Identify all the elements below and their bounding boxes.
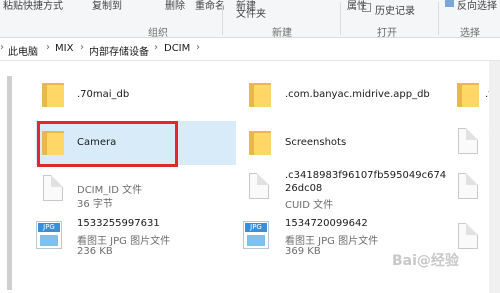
- file-size: 36 字节: [77, 199, 113, 210]
- folder-icon: [457, 81, 479, 107]
- invert-selection-icon: [445, 0, 454, 7]
- new-folder-label: 文件夹: [236, 9, 266, 20]
- jpg-file-icon: JPG: [243, 221, 269, 249]
- invert-selection-button[interactable]: 反向选择: [457, 0, 497, 12]
- breadcrumb-this-pc[interactable]: 此电脑: [8, 43, 38, 58]
- file-type: 看图王 JPG 图片文件: [77, 236, 171, 247]
- breadcrumb: › 此电脑 › MIX › 内部存储设备 › DCIM ›: [0, 38, 500, 61]
- breadcrumb-dcim[interactable]: DCIM: [164, 43, 190, 54]
- rename-button[interactable]: 重命名: [195, 0, 225, 12]
- file-size: 369 KB: [285, 246, 321, 257]
- breadcrumb-internal-storage[interactable]: 内部存储设备: [89, 43, 149, 58]
- folder-name: Screenshots: [285, 137, 347, 148]
- chevron-right-icon: ›: [46, 42, 50, 53]
- navigation-pane-scrollbar[interactable]: [7, 76, 12, 290]
- watermark: Bai@经验: [392, 253, 459, 269]
- file-name: .c3418983f96107fb595049c674: [285, 170, 447, 181]
- file-icon: [458, 128, 478, 154]
- group-label-select: 选择: [460, 28, 480, 39]
- file-name-line2: 26dc08: [285, 183, 323, 194]
- file-icon: [458, 173, 478, 199]
- folder-name: .com.banyac.midrive.app_db: [285, 89, 430, 100]
- group-label-organize: 组织: [148, 28, 168, 39]
- file-type: DCIM_ID 文件: [77, 185, 143, 196]
- chevron-right-icon: ›: [80, 42, 84, 53]
- chevron-right-icon: ›: [0, 42, 4, 53]
- copy-to-button[interactable]: 复制到: [92, 0, 122, 12]
- folder-icon: [249, 81, 271, 107]
- divider: [340, 2, 341, 35]
- jpg-file-icon: JPG: [36, 221, 62, 249]
- folder-name: .70mai_db: [77, 89, 130, 100]
- chevron-right-icon: ›: [196, 42, 200, 53]
- file-type: 看图王 JPG 图片文件: [285, 236, 379, 247]
- content-scrollbar[interactable]: [489, 61, 500, 293]
- file-type: CUID 文件: [285, 200, 334, 211]
- ribbon: 粘贴快捷方式 复制到 删除 重命名 新建 文件夹 属性 历史记录 反向选择 组织…: [0, 0, 500, 39]
- file-icon: [43, 175, 63, 201]
- history-icon: [362, 3, 371, 12]
- group-label-open: 打开: [377, 28, 397, 39]
- folder-icon: [249, 129, 271, 155]
- breadcrumb-mix[interactable]: MIX: [55, 43, 73, 54]
- divider: [222, 2, 223, 35]
- highlight-annotation-box: [37, 121, 178, 167]
- file-size: 236 KB: [77, 246, 113, 257]
- group-label-new: 新建: [272, 28, 292, 39]
- history-button[interactable]: 历史记录: [375, 2, 415, 17]
- delete-button[interactable]: 删除: [165, 0, 185, 12]
- file-name: 1534720099642: [285, 218, 368, 229]
- folder-icon: [42, 81, 64, 107]
- file-name: 1533255997631: [77, 218, 160, 229]
- divider: [438, 2, 439, 35]
- file-icon: [249, 173, 269, 199]
- paste-shortcut-button[interactable]: 粘贴快捷方式: [3, 0, 63, 12]
- chevron-right-icon: ›: [154, 42, 158, 53]
- file-icon: [458, 223, 478, 249]
